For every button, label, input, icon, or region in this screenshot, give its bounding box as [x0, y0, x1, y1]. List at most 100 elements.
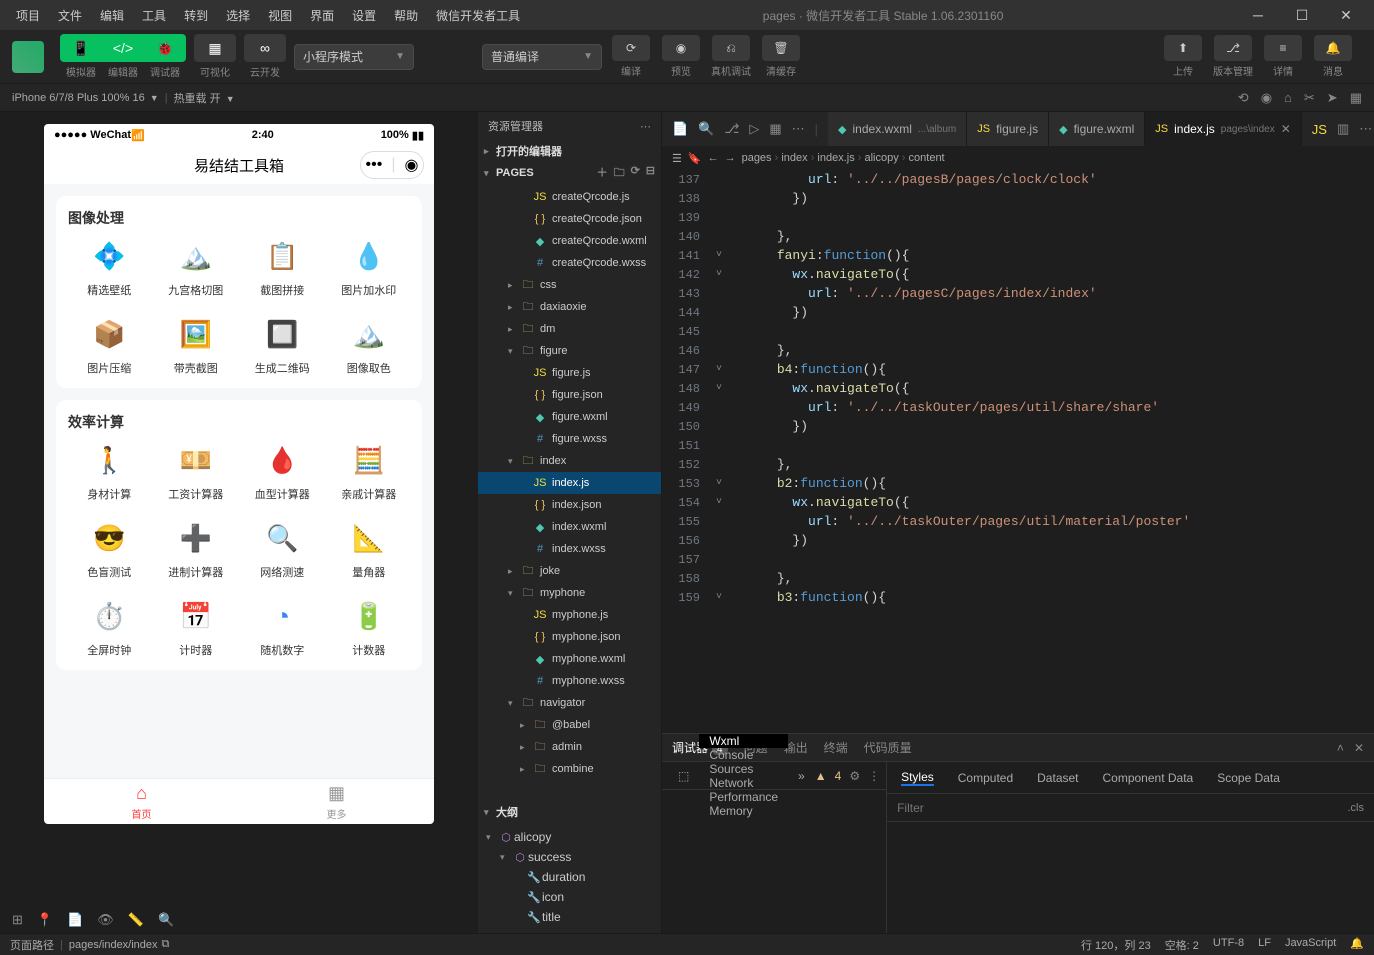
menu-item[interactable]: 界面: [302, 3, 342, 28]
menu-item[interactable]: 工具: [134, 3, 174, 28]
tab-more[interactable]: ▦ 更多: [239, 779, 434, 824]
phone-body[interactable]: 图像处理💠精选壁纸🏔️九宫格切图📋截图拼接💧图片加水印📦图片压缩🖼️带壳截图🔲生…: [44, 184, 434, 778]
file-icon[interactable]: JS: [1312, 122, 1327, 137]
grid-item[interactable]: 🖼️带壳截图: [155, 314, 238, 376]
grid-item[interactable]: 🔋计数器: [328, 596, 411, 658]
menu-icon[interactable]: •••: [366, 156, 383, 174]
page-path[interactable]: pages/index/index: [69, 939, 158, 951]
devtools-nav-item[interactable]: Network: [699, 776, 788, 790]
devtools-tab[interactable]: 代码质量: [864, 741, 912, 755]
arrow-icon[interactable]: ➤: [1327, 90, 1338, 106]
folder-item[interactable]: ▸🗀joke: [478, 560, 661, 582]
encoding-status[interactable]: UTF-8: [1213, 937, 1244, 953]
menu-item[interactable]: 编辑: [92, 3, 132, 28]
gear-icon[interactable]: ⚙: [849, 769, 860, 783]
grid-item[interactable]: 💴工资计算器: [155, 440, 238, 502]
more-icon[interactable]: ⋯: [792, 121, 805, 137]
file-item[interactable]: { }figure.json: [478, 384, 661, 406]
file-item[interactable]: ◆figure.wxml: [478, 406, 661, 428]
grid-item[interactable]: 📐量角器: [328, 518, 411, 580]
compile-button[interactable]: ⟳: [612, 35, 650, 61]
ruler-icon[interactable]: 📏: [128, 912, 144, 928]
devtools-tab[interactable]: 终端: [824, 741, 848, 755]
grid-item[interactable]: ◔随机数字: [241, 596, 324, 658]
grid-item[interactable]: ➕进制计算器: [155, 518, 238, 580]
debugger-button[interactable]: 🐞: [144, 34, 186, 62]
grid-item[interactable]: ⏱️全屏时钟: [68, 596, 151, 658]
close-button[interactable]: ✕: [1326, 0, 1366, 30]
folder-item[interactable]: ▾🗀navigator: [478, 692, 661, 714]
more-icon[interactable]: ⋯: [640, 120, 651, 133]
folder-item[interactable]: ▸🗀combine: [478, 758, 661, 780]
location-icon[interactable]: 📍: [37, 912, 53, 928]
cursor-position[interactable]: 行 120，列 23: [1081, 937, 1151, 953]
bell-icon[interactable]: 🔔: [1350, 937, 1364, 953]
outline-item[interactable]: 🔧title: [478, 907, 661, 927]
devtools-nav-item[interactable]: Wxml: [699, 734, 788, 748]
more-icon[interactable]: ⋮: [868, 769, 880, 783]
grid-item[interactable]: 📋截图拼接: [241, 236, 324, 298]
new-file-icon[interactable]: ＋: [597, 164, 608, 183]
grid-item[interactable]: 📅计时器: [155, 596, 238, 658]
file-item[interactable]: #figure.wxss: [478, 428, 661, 450]
language-status[interactable]: JavaScript: [1285, 937, 1336, 953]
record-icon[interactable]: ◉: [1261, 90, 1272, 106]
folder-item[interactable]: ▸🗀daxiaoxie: [478, 296, 661, 318]
search-icon[interactable]: 🔍: [158, 912, 174, 928]
clear-cache-button[interactable]: 🗑: [762, 35, 800, 61]
outline-item[interactable]: 🔧duration: [478, 867, 661, 887]
file-item[interactable]: ◆createQrcode.wxml: [478, 230, 661, 252]
file-item[interactable]: JSindex.js: [478, 472, 661, 494]
devtools-sub-item[interactable]: Dataset: [1037, 771, 1078, 785]
visual-button[interactable]: ▦: [194, 34, 236, 62]
inspect-icon[interactable]: ⬚: [668, 762, 699, 789]
app-mode-dropdown[interactable]: 小程序模式 ▼: [294, 44, 414, 70]
menu-item[interactable]: 选择: [218, 3, 258, 28]
menu-item[interactable]: 设置: [344, 3, 384, 28]
remote-debug-button[interactable]: ⎌: [712, 35, 750, 61]
editor-tab[interactable]: ◆index.wxml...\album: [828, 112, 967, 146]
refresh-icon[interactable]: ⟳: [631, 164, 640, 183]
compile-mode-dropdown[interactable]: 普通编译 ▼: [482, 44, 602, 70]
file-item[interactable]: JScreateQrcode.js: [478, 186, 661, 208]
folder-item[interactable]: ▸🗀admin: [478, 736, 661, 758]
folder-item[interactable]: ▾🗀index: [478, 450, 661, 472]
file-item[interactable]: JSmyphone.js: [478, 604, 661, 626]
grid-item[interactable]: 😎色盲测试: [68, 518, 151, 580]
grid-item[interactable]: 🚶身材计算: [68, 440, 151, 502]
grid-item[interactable]: 🧮亲戚计算器: [328, 440, 411, 502]
tab-home[interactable]: ⌂ 首页: [44, 779, 239, 824]
project-avatar[interactable]: [12, 41, 44, 73]
file-item[interactable]: #createQrcode.wxss: [478, 252, 661, 274]
folder-item[interactable]: ▾🗀myphone: [478, 582, 661, 604]
cloud-button[interactable]: ∞: [244, 34, 286, 62]
collapse-icon[interactable]: ⊟: [646, 164, 655, 183]
grid-item[interactable]: 🏔️图像取色: [328, 314, 411, 376]
debug-icon[interactable]: ▷: [749, 121, 759, 137]
project-root[interactable]: ▾ PAGES ＋ 🗀 ⟳ ⊟: [478, 162, 661, 184]
folder-item[interactable]: ▸🗀css: [478, 274, 661, 296]
devtools-nav-item[interactable]: Console: [699, 748, 788, 762]
filter-input[interactable]: [897, 801, 1347, 815]
devtools-nav-item[interactable]: Sources: [699, 762, 788, 776]
git-icon[interactable]: ⎇: [724, 121, 739, 137]
folder-item[interactable]: ▸🗀dm: [478, 318, 661, 340]
grid-item[interactable]: 🩸血型计算器: [241, 440, 324, 502]
file-item[interactable]: #index.wxss: [478, 538, 661, 560]
outline-item[interactable]: ▾⬡success: [478, 847, 661, 867]
search-icon[interactable]: 🔍: [698, 121, 714, 137]
version-button[interactable]: ⎇: [1214, 35, 1252, 61]
new-folder-icon[interactable]: 🗀: [614, 164, 625, 183]
minimize-button[interactable]: ─: [1238, 0, 1278, 30]
message-button[interactable]: 🔔: [1314, 35, 1352, 61]
upload-button[interactable]: ⬆: [1164, 35, 1202, 61]
breadcrumb-item[interactable]: index.js: [817, 152, 854, 164]
bookmark-icon[interactable]: 🔖: [688, 152, 702, 165]
chevron-up-icon[interactable]: ˄: [1337, 741, 1344, 755]
outline-item[interactable]: ▾⬡alicopy: [478, 827, 661, 847]
file-item[interactable]: { }myphone.json: [478, 626, 661, 648]
grid-item[interactable]: 💠精选壁纸: [68, 236, 151, 298]
cut-icon[interactable]: ✂: [1304, 90, 1315, 106]
warning-icon[interactable]: ▲: [815, 769, 827, 783]
file-item[interactable]: ◆index.wxml: [478, 516, 661, 538]
